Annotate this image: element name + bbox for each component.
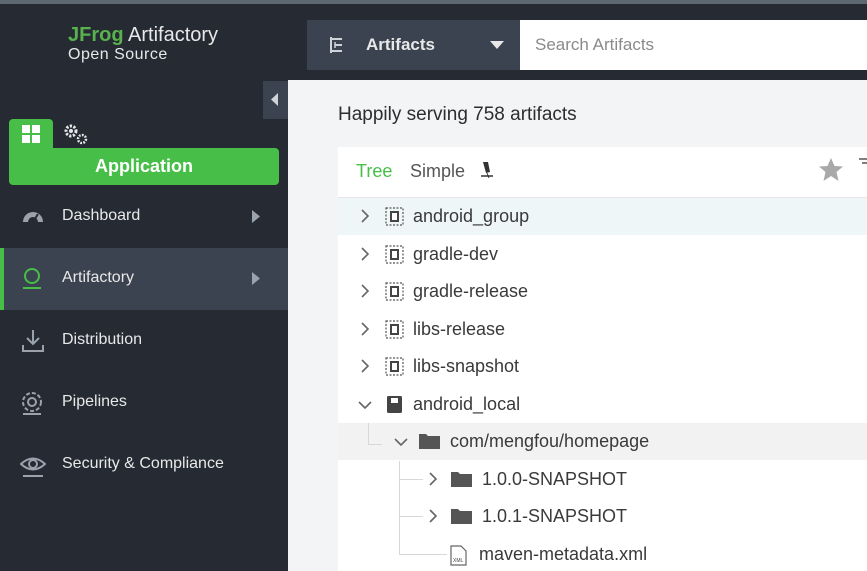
tree-row-label: libs-release [413,318,506,339]
chevron-right-icon[interactable] [360,321,370,336]
download-icon [22,330,44,352]
chevron-right-icon[interactable] [360,246,370,261]
artifacts-dropdown-label: Artifacts [366,35,435,54]
active-indicator [0,248,4,310]
sidebar-item-security[interactable]: Security & Compliance [0,434,288,496]
star-icon[interactable] [818,157,844,182]
artifacts-dropdown[interactable]: Artifacts [307,20,520,70]
tree-row[interactable]: libs-release [338,311,867,348]
tree-row[interactable]: android_local [338,386,867,423]
svg-text:XML: XML [453,558,464,564]
tree-panel-header: Tree Simple [338,147,867,198]
tree-row[interactable]: android_group [338,198,867,235]
folder-icon [451,509,472,524]
sidebar-nav: Dashboard Artifactory Distribution Pipel… [0,186,288,496]
tree-guide-line [399,479,423,480]
sidebar-item-label: Artifactory [62,269,135,286]
sidebar-item-pipelines[interactable]: Pipelines [0,372,288,434]
tree-row[interactable]: com/mengfou/homepage [338,423,867,460]
local-repo-icon [387,395,402,413]
tree-panel: Tree Simple android_group gradle-dev gradl… [338,147,867,571]
gears-icon [64,124,88,145]
sidebar-item-artifactory[interactable]: Artifactory [0,248,288,310]
tab-simple[interactable]: Simple [410,161,465,182]
tree-guide-line [399,461,400,555]
tree-guide-line [399,554,447,555]
tree-list-icon [330,37,342,53]
tree-row-label: android_local [413,393,521,414]
application-button[interactable]: Application [9,148,279,185]
logo-product: Artifactory [123,24,219,46]
logo-edition: Open Source [68,46,168,63]
tree-row-label: libs-snapshot [413,356,520,376]
eye-icon [20,457,46,477]
chevron-right-icon[interactable] [428,471,438,486]
grid-icon [22,125,40,143]
logo-brand: JFrog [68,24,124,46]
sidebar-item-distribution[interactable]: Distribution [0,310,288,372]
virtual-repo-icon [385,244,404,264]
artifactory-icon [23,268,41,289]
xml-file-icon: XML [450,544,467,566]
tree-row[interactable]: libs-snapshot [338,348,867,385]
folder-icon [419,434,440,449]
virtual-repo-icon [385,357,404,376]
tree-row-label: gradle-release [413,281,529,301]
page-title: Happily serving 758 artifacts [338,104,577,125]
sidebar-item-label: Security & Compliance [62,455,224,472]
sidebar-item-label: Dashboard [62,207,141,224]
chevron-right-icon[interactable] [360,359,370,373]
sidebar-item-label: Distribution [62,331,143,348]
pin-icon[interactable] [480,161,494,181]
search-input[interactable] [520,20,867,70]
tree-row-label: android_group [413,206,530,226]
top-bar: Artifacts [288,4,867,80]
tree-row-label: maven-metadata.xml [479,543,648,564]
sidebar-item-dashboard[interactable]: Dashboard [0,186,288,248]
tree-row-label: com/mengfou/homepage [450,431,650,451]
chevron-right-icon[interactable] [360,209,370,223]
pipelines-icon [22,392,42,415]
virtual-repo-icon [385,319,404,339]
tree-row-label: 1.0.1-SNAPSHOT [482,506,628,526]
tree-guide-line [368,423,369,445]
chevron-left-icon [271,93,278,106]
folder-icon [451,471,472,487]
chevron-right-icon [252,272,260,285]
gauge-icon [23,212,43,223]
tab-tree[interactable]: Tree [356,161,392,182]
chevron-right-icon [252,210,260,223]
virtual-repo-icon [385,282,404,301]
tree-row-label: 1.0.0-SNAPSHOT [482,468,628,489]
chevron-right-icon[interactable] [360,284,370,298]
tree-row[interactable]: gradle-dev [338,236,867,273]
virtual-repo-icon [385,207,404,226]
collapse-sidebar-button[interactable] [263,81,288,119]
tree-guide-line [399,516,423,517]
chevron-right-icon[interactable] [428,509,438,523]
chevron-down-icon[interactable] [358,400,372,410]
filter-icon[interactable] [857,157,867,171]
tree-row-label: gradle-dev [413,243,499,264]
tree-guide-line [368,444,382,445]
caret-down-icon [490,41,504,49]
tree-row[interactable]: gradle-release [338,273,867,310]
jfrog-logo[interactable]: JFrog Artifactory Open Source [68,24,218,64]
chevron-down-icon[interactable] [394,437,408,447]
sidebar-item-label: Pipelines [62,393,127,410]
